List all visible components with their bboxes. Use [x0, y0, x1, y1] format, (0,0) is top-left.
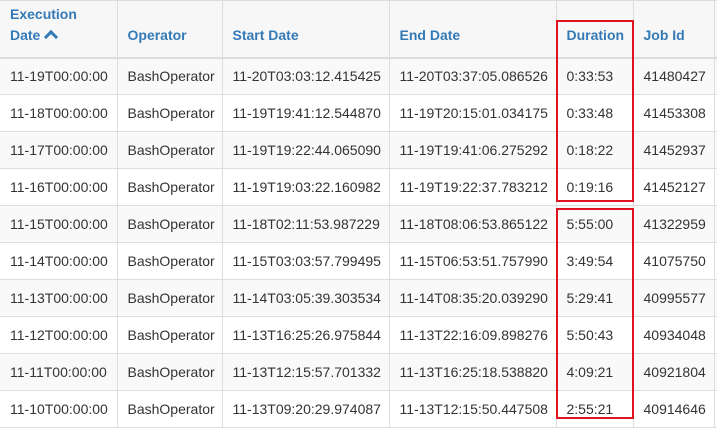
table-row: 11-12T00:00:00 BashOperator 11-13T16:25:26…: [0, 316, 717, 354]
cell-execution-date: 11-14T00:00:00: [0, 242, 118, 280]
cell-end-date: 11-13T16:25:18.538820: [388, 353, 557, 391]
cell-execution-date: 11-19T00:00:00: [0, 57, 118, 95]
cell-duration: 5:50:43: [555, 316, 634, 354]
cell-job-id: 41322959: [632, 205, 715, 243]
cell-operator: BashOperator: [116, 205, 223, 243]
cell-end-date: 11-13T12:15:50.447508: [388, 390, 557, 428]
cell-job-id: 41452127: [632, 168, 715, 206]
header-end-date[interactable]: End Date: [388, 0, 557, 59]
cell-duration: 0:19:16: [555, 168, 634, 206]
cell-start-date: 11-19T19:22:44.065090: [221, 131, 390, 169]
cell-duration: 0:18:22: [555, 131, 634, 169]
cell-operator: BashOperator: [116, 168, 223, 206]
table-row: 11-15T00:00:00 BashOperator 11-18T02:11:53…: [0, 205, 717, 243]
cell-execution-date: 11-10T00:00:00: [0, 390, 118, 428]
chevron-up-icon[interactable]: [44, 29, 59, 44]
cell-duration: 4:09:21: [555, 353, 634, 391]
cell-start-date: 11-13T16:25:26.975844: [221, 316, 390, 354]
header-job-id[interactable]: Job Id: [632, 0, 715, 59]
cell-start-date: 11-15T03:03:57.799495: [221, 242, 390, 280]
cell-end-date: 11-19T19:41:06.275292: [388, 131, 557, 169]
cell-duration: 0:33:48: [555, 94, 634, 132]
table-row: 11-11T00:00:00 BashOperator 11-13T12:15:57…: [0, 353, 717, 391]
cell-execution-date: 11-13T00:00:00: [0, 279, 118, 317]
cell-start-date: 11-18T02:11:53.987229: [221, 205, 390, 243]
cell-end-date: 11-15T06:53:51.757990: [388, 242, 557, 280]
table-row: 11-13T00:00:00 BashOperator 11-14T03:05:39…: [0, 279, 717, 317]
cell-operator: BashOperator: [116, 279, 223, 317]
cell-operator: BashOperator: [116, 94, 223, 132]
cell-execution-date: 11-16T00:00:00: [0, 168, 118, 206]
cell-duration: 5:29:41: [555, 279, 634, 317]
cell-job-id: 40921804: [632, 353, 715, 391]
cell-duration: 3:49:54: [555, 242, 634, 280]
cell-operator: BashOperator: [116, 57, 223, 95]
cell-operator: BashOperator: [116, 390, 223, 428]
cell-execution-date: 11-11T00:00:00: [0, 353, 118, 391]
cell-operator: BashOperator: [116, 131, 223, 169]
cell-operator: BashOperator: [116, 353, 223, 391]
cell-job-id: 41075750: [632, 242, 715, 280]
cell-job-id: 41480427: [632, 57, 715, 95]
cell-end-date: 11-18T08:06:53.865122: [388, 205, 557, 243]
header-operator[interactable]: Operator: [116, 0, 223, 59]
cell-start-date: 11-19T19:03:22.160982: [221, 168, 390, 206]
table-row: 11-16T00:00:00 BashOperator 11-19T19:03:22…: [0, 168, 717, 206]
cell-duration: 0:33:53: [555, 57, 634, 95]
cell-start-date: 11-19T19:41:12.544870: [221, 94, 390, 132]
cell-start-date: 11-20T03:03:12.415425: [221, 57, 390, 95]
cell-duration: 2:55:21: [555, 390, 634, 428]
cell-end-date: 11-19T19:22:37.783212: [388, 168, 557, 206]
cell-execution-date: 11-12T00:00:00: [0, 316, 118, 354]
cell-execution-date: 11-15T00:00:00: [0, 205, 118, 243]
cell-job-id: 40995577: [632, 279, 715, 317]
header-row: Execution Date Operator Start Date End Da…: [0, 0, 717, 59]
table-row: 11-19T00:00:00 BashOperator 11-20T03:03:12…: [0, 57, 717, 95]
cell-job-id: 41452937: [632, 131, 715, 169]
cell-operator: BashOperator: [116, 242, 223, 280]
cell-end-date: 11-20T03:37:05.086526: [388, 57, 557, 95]
table-row: 11-10T00:00:00 BashOperator 11-13T09:20:29…: [0, 390, 717, 428]
header-duration[interactable]: Duration: [555, 0, 634, 59]
cell-operator: BashOperator: [116, 316, 223, 354]
cell-end-date: 11-19T20:15:01.034175: [388, 94, 557, 132]
cell-job-id: 41453308: [632, 94, 715, 132]
cell-end-date: 11-14T08:35:20.039290: [388, 279, 557, 317]
table-row: 11-14T00:00:00 BashOperator 11-15T03:03:57…: [0, 242, 717, 280]
cell-execution-date: 11-18T00:00:00: [0, 94, 118, 132]
cell-job-id: 40934048: [632, 316, 715, 354]
cell-start-date: 11-13T09:20:29.974087: [221, 390, 390, 428]
cell-duration: 5:55:00: [555, 205, 634, 243]
header-start-date[interactable]: Start Date: [221, 0, 390, 59]
cell-start-date: 11-13T12:15:57.701332: [221, 353, 390, 391]
cell-start-date: 11-14T03:05:39.303534: [221, 279, 390, 317]
cell-job-id: 40914646: [632, 390, 715, 428]
cell-execution-date: 11-17T00:00:00: [0, 131, 118, 169]
cell-end-date: 11-13T22:16:09.898276: [388, 316, 557, 354]
table-row: 11-18T00:00:00 BashOperator 11-19T19:41:12…: [0, 94, 717, 132]
table-row: 11-17T00:00:00 BashOperator 11-19T19:22:44…: [0, 131, 717, 169]
header-execution-date[interactable]: Execution Date: [0, 0, 118, 59]
task-instances-table: Execution Date Operator Start Date End Da…: [0, 0, 717, 428]
